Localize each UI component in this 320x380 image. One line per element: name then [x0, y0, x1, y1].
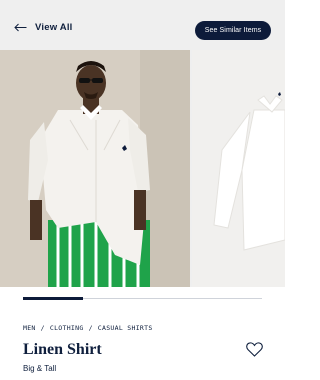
breadcrumb-item-casual-shirts[interactable]: CASUAL SHIRTS — [98, 324, 153, 332]
product-title: Linen Shirt — [23, 341, 102, 358]
view-all-link[interactable]: View All — [14, 22, 73, 33]
product-photo-model[interactable] — [0, 50, 190, 287]
breadcrumb-item-men[interactable]: MEN — [23, 324, 36, 332]
model-illustration — [0, 50, 190, 287]
breadcrumb-separator: / — [40, 324, 45, 332]
product-photo-flat[interactable] — [192, 50, 285, 287]
view-all-label: View All — [35, 22, 73, 33]
product-subtitle: Big & Tall — [23, 364, 57, 373]
breadcrumb-item-clothing[interactable]: CLOTHING — [50, 324, 84, 332]
breadcrumb-separator: / — [88, 324, 93, 332]
carousel-progress-indicator — [23, 297, 83, 300]
top-bar: View All See Similar Items — [0, 0, 285, 50]
favorite-button[interactable] — [246, 342, 263, 362]
see-similar-items-button[interactable]: See Similar Items — [195, 21, 271, 40]
product-image-carousel[interactable] — [0, 50, 285, 287]
breadcrumb: MEN / CLOTHING / CASUAL SHIRTS — [23, 324, 153, 332]
heart-icon — [246, 342, 263, 357]
arrow-left-icon — [14, 23, 27, 32]
shirt-flatlay-illustration — [192, 50, 285, 287]
